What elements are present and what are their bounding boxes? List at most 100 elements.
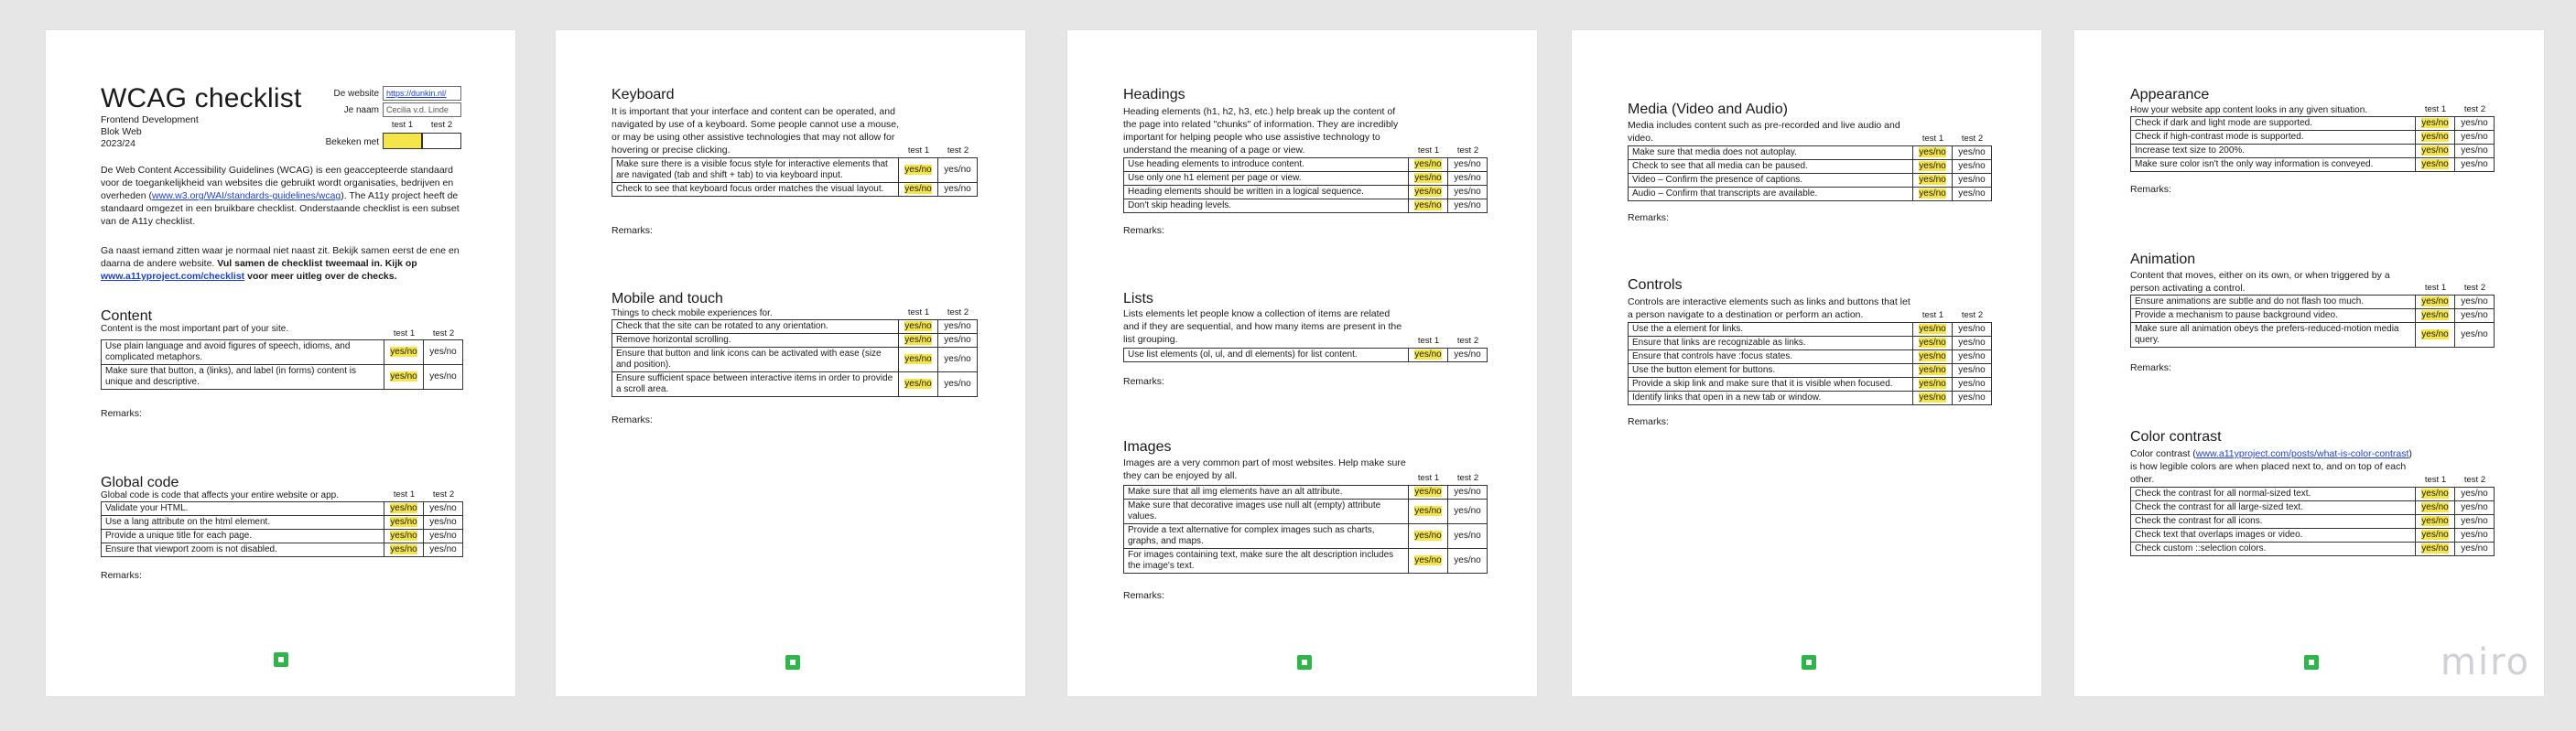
no-option[interactable]: /no bbox=[404, 517, 417, 527]
test2-answer-cell[interactable]: yes/no bbox=[1447, 185, 1488, 199]
test1-answer-cell[interactable]: yes/no bbox=[2415, 487, 2455, 501]
no-option[interactable]: /no bbox=[2435, 118, 2449, 128]
yes-option[interactable]: yes bbox=[390, 503, 405, 513]
test2-answer-cell[interactable]: yes/no bbox=[423, 501, 463, 516]
no-option[interactable]: /no bbox=[2435, 132, 2449, 142]
test2-answer-cell[interactable]: yes/no bbox=[1447, 499, 1488, 524]
yes-option[interactable]: yes bbox=[1919, 324, 1933, 334]
yes-option[interactable]: yes bbox=[904, 184, 919, 194]
test2-answer-cell[interactable]: yes/no bbox=[2454, 157, 2495, 172]
test1-answer-cell[interactable]: yes/no bbox=[1408, 157, 1448, 172]
test1-answer-cell[interactable]: yes/no bbox=[2415, 322, 2455, 348]
test1-answer-cell[interactable]: yes/no bbox=[898, 333, 938, 348]
no-option[interactable]: /no bbox=[918, 165, 932, 175]
test1-answer-cell[interactable]: yes/no bbox=[1912, 377, 1953, 392]
no-option[interactable]: /no bbox=[1428, 187, 1442, 197]
test2-answer-cell[interactable]: yes/no bbox=[2454, 144, 2495, 158]
yes-option[interactable]: yes bbox=[904, 165, 919, 175]
test1-answer-cell[interactable]: yes/no bbox=[1408, 348, 1448, 362]
yes-option[interactable]: yes bbox=[904, 335, 919, 345]
no-option[interactable]: /no bbox=[1428, 159, 1442, 169]
test2-answer-cell[interactable]: yes/no bbox=[423, 339, 463, 365]
test2-answer-cell[interactable]: yes/no bbox=[423, 515, 463, 530]
yes-option[interactable]: yes bbox=[1414, 187, 1429, 197]
test1-answer-cell[interactable]: yes/no bbox=[2415, 308, 2455, 323]
no-option[interactable]: /no bbox=[404, 347, 417, 357]
test2-answer-cell[interactable]: yes/no bbox=[1447, 199, 1488, 213]
no-option[interactable]: /no bbox=[2435, 516, 2449, 526]
test1-answer-cell[interactable]: yes/no bbox=[898, 347, 938, 372]
test2-answer-cell[interactable]: yes/no bbox=[423, 364, 463, 390]
test1-answer-cell[interactable]: yes/no bbox=[2415, 295, 2455, 309]
no-option[interactable]: /no bbox=[1932, 161, 1946, 171]
test2-answer-cell[interactable]: yes/no bbox=[937, 347, 978, 372]
test2-answer-cell[interactable]: yes/no bbox=[2454, 514, 2495, 529]
test2-answer-cell[interactable]: yes/no bbox=[1952, 322, 1992, 337]
no-option[interactable]: /no bbox=[1428, 200, 1442, 210]
no-option[interactable]: /no bbox=[918, 335, 932, 345]
viewed-test2-field[interactable] bbox=[422, 133, 461, 149]
yes-option[interactable]: yes bbox=[2421, 145, 2436, 156]
color-contrast-link[interactable]: www.a11yproject.com/posts/what-is-color-… bbox=[2196, 448, 2409, 459]
no-option[interactable]: /no bbox=[918, 379, 932, 389]
yes-option[interactable]: yes bbox=[1919, 351, 1933, 361]
test1-answer-cell[interactable]: yes/no bbox=[1912, 336, 1953, 350]
yes-option[interactable]: yes bbox=[1919, 379, 1933, 389]
yes-option[interactable]: yes bbox=[1919, 338, 1933, 348]
test2-answer-cell[interactable]: yes/no bbox=[2454, 528, 2495, 543]
test1-answer-cell[interactable]: yes/no bbox=[1912, 187, 1953, 201]
yes-option[interactable]: yes bbox=[1414, 555, 1429, 565]
test2-answer-cell[interactable]: yes/no bbox=[1952, 145, 1992, 160]
test1-answer-cell[interactable]: yes/no bbox=[384, 364, 424, 390]
yes-option[interactable]: yes bbox=[2421, 296, 2436, 306]
website-field[interactable]: https://dunkin.nl/ bbox=[383, 86, 461, 101]
no-option[interactable]: /no bbox=[1428, 531, 1442, 541]
no-option[interactable]: /no bbox=[404, 531, 417, 541]
yes-option[interactable]: yes bbox=[1919, 175, 1933, 185]
yes-option[interactable]: yes bbox=[390, 531, 405, 541]
yes-option[interactable]: yes bbox=[1919, 392, 1933, 403]
yes-option[interactable]: yes bbox=[390, 371, 405, 382]
no-option[interactable]: /no bbox=[1428, 555, 1442, 565]
test1-answer-cell[interactable]: yes/no bbox=[1912, 145, 1953, 160]
no-option[interactable]: /no bbox=[1932, 392, 1946, 403]
test1-answer-cell[interactable]: yes/no bbox=[1408, 523, 1448, 549]
yes-option[interactable]: yes bbox=[2421, 159, 2436, 169]
test1-answer-cell[interactable]: yes/no bbox=[384, 339, 424, 365]
test2-answer-cell[interactable]: yes/no bbox=[937, 319, 978, 334]
test2-answer-cell[interactable]: yes/no bbox=[1447, 171, 1488, 186]
yes-option[interactable]: yes bbox=[390, 544, 405, 554]
a11y-checklist-link[interactable]: www.a11yproject.com/checklist bbox=[101, 271, 244, 282]
test2-answer-cell[interactable]: yes/no bbox=[1952, 173, 1992, 188]
test2-answer-cell[interactable]: yes/no bbox=[1447, 523, 1488, 549]
test1-answer-cell[interactable]: yes/no bbox=[1408, 485, 1448, 500]
test2-answer-cell[interactable]: yes/no bbox=[2454, 116, 2495, 131]
test2-answer-cell[interactable]: yes/no bbox=[937, 182, 978, 197]
yes-option[interactable]: yes bbox=[1414, 200, 1429, 210]
yes-option[interactable]: yes bbox=[2421, 489, 2436, 499]
no-option[interactable]: /no bbox=[1428, 173, 1442, 183]
yes-option[interactable]: yes bbox=[2421, 132, 2436, 142]
test1-answer-cell[interactable]: yes/no bbox=[2415, 144, 2455, 158]
no-option[interactable]: /no bbox=[1932, 175, 1946, 185]
test1-answer-cell[interactable]: yes/no bbox=[2415, 130, 2455, 145]
no-option[interactable]: /no bbox=[2435, 489, 2449, 499]
test2-answer-cell[interactable]: yes/no bbox=[423, 529, 463, 543]
test1-answer-cell[interactable]: yes/no bbox=[1912, 363, 1953, 378]
no-option[interactable]: /no bbox=[1932, 147, 1946, 157]
name-field[interactable]: Cecilia v.d. Linde bbox=[383, 102, 461, 117]
test2-answer-cell[interactable]: yes/no bbox=[1952, 159, 1992, 174]
test1-answer-cell[interactable]: yes/no bbox=[384, 529, 424, 543]
no-option[interactable]: /no bbox=[1932, 379, 1946, 389]
no-option[interactable]: /no bbox=[404, 503, 417, 513]
yes-option[interactable]: yes bbox=[2421, 310, 2436, 320]
no-option[interactable]: /no bbox=[918, 321, 932, 331]
yes-option[interactable]: yes bbox=[1414, 531, 1429, 541]
test1-answer-cell[interactable]: yes/no bbox=[2415, 528, 2455, 543]
yes-option[interactable]: yes bbox=[1414, 349, 1429, 360]
test1-answer-cell[interactable]: yes/no bbox=[2415, 542, 2455, 556]
yes-option[interactable]: yes bbox=[904, 379, 919, 389]
no-option[interactable]: /no bbox=[1932, 324, 1946, 334]
test2-answer-cell[interactable]: yes/no bbox=[1952, 391, 1992, 405]
test1-answer-cell[interactable]: yes/no bbox=[898, 319, 938, 334]
